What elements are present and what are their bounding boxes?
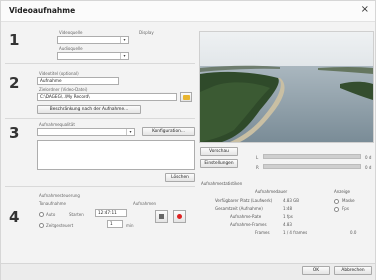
recording-quality-label: Aufnahmequalität — [39, 122, 75, 127]
left-pane: 1 Videoquelle Display ▾ Audioquelle ▾ 2 … — [5, 23, 195, 263]
scheduled-radio[interactable] — [39, 223, 44, 228]
title-bar: Videoaufnahme × — [1, 1, 375, 22]
video-title-input[interactable]: Aufnahme — [37, 77, 119, 85]
close-icon[interactable]: × — [361, 4, 369, 15]
delete-button[interactable]: Löschen — [165, 173, 195, 182]
mask-label: Maske — [342, 198, 355, 203]
step-3-number: 3 — [9, 124, 20, 142]
auto-radio[interactable] — [39, 212, 44, 217]
target-folder-label: Zielordner (Video-Datei) — [39, 87, 88, 92]
video-recording-dialog: Videoaufnahme × 1 Videoquelle Display ▾ … — [0, 0, 376, 280]
stat-line-2-label: Gesamtzeit (Aufnahme) — [215, 206, 263, 211]
audio-source-select[interactable]: ▾ — [57, 52, 129, 60]
video-title-label: Videotitel (optional) — [39, 71, 79, 76]
configuration-button[interactable]: Konfiguration... — [142, 127, 195, 136]
audio-source-label: Audioquelle — [59, 46, 83, 51]
stat-line-4-label: Aufnahme-Frames — [230, 222, 267, 227]
quality-details-box — [37, 140, 195, 170]
window-title: Videoaufnahme — [9, 6, 76, 15]
stat-line-1-label: Verfügbarer Platz (Laufwerk) — [215, 198, 273, 203]
auto-label: Auto — [46, 212, 56, 217]
limit-after-recording-button[interactable]: Beschränkung nach der Aufnahme... — [37, 105, 141, 114]
recording-quality-select[interactable]: ▾ — [37, 128, 135, 136]
stat-line-5-value: 1 / 4 frames — [283, 230, 308, 235]
display-label: Display — [139, 30, 154, 35]
recordings-label: Aufnahmen — [133, 201, 157, 206]
cancel-button[interactable]: Abbrechen — [334, 266, 372, 275]
level-l-label: L — [256, 155, 259, 160]
chevron-down-icon: ▾ — [120, 53, 128, 59]
stat-line-3-value: 1 fps — [283, 214, 293, 219]
fps-value: 0.0 — [350, 230, 357, 235]
statistics-header: Aufnahmestatistiken — [201, 181, 243, 186]
settings-button[interactable]: Einstellungen — [200, 159, 238, 168]
target-folder-input[interactable]: C:\DAGEG\..\My Record\ — [37, 93, 177, 101]
folder-icon[interactable] — [180, 92, 192, 102]
duration-input[interactable]: 1 — [107, 220, 123, 228]
record-button[interactable] — [173, 210, 186, 223]
fps-checkbox[interactable] — [334, 207, 339, 212]
video-preview-panel — [199, 31, 374, 143]
separator — [5, 63, 195, 64]
landscape-preview-image — [200, 32, 373, 142]
start-time-input[interactable]: 12:47:11 — [95, 209, 127, 217]
fps-label: Fps — [342, 206, 349, 211]
duration-unit-label: min — [126, 223, 134, 228]
mask-checkbox[interactable] — [334, 199, 339, 204]
level-l-meter — [263, 154, 361, 159]
display-header: Anzeige — [334, 189, 350, 194]
level-r-meter — [263, 164, 361, 169]
chevron-down-icon: ▾ — [126, 129, 134, 135]
video-source-label: Videoquelle — [59, 30, 83, 35]
level-r-label: R — [256, 165, 259, 170]
scheduled-label: Zeitgesteuert — [46, 223, 74, 228]
level-l-value: 0 d — [365, 155, 372, 160]
stat-line-5-label: Frames — [255, 230, 270, 235]
step-4-number: 4 — [9, 208, 20, 226]
sound-recording-label: Tonaufnahme — [39, 201, 67, 206]
chevron-down-icon: ▾ — [120, 37, 128, 43]
stat-line-2-value: 1:48 — [283, 206, 292, 211]
step-1-number: 1 — [9, 31, 20, 49]
stop-icon — [159, 214, 164, 219]
stop-button[interactable] — [155, 210, 168, 223]
start-time-label: Starten — [69, 212, 84, 217]
level-r-value: 0 d — [365, 165, 372, 170]
preview-button[interactable]: Vorschau — [200, 147, 238, 156]
stat-line-4-value: 4.83 — [283, 222, 292, 227]
separator — [5, 186, 195, 187]
recording-control-label: Aufnahmesteuerung — [39, 193, 80, 198]
step-2-number: 2 — [9, 74, 20, 92]
separator — [5, 118, 195, 119]
video-source-select[interactable]: ▾ — [57, 36, 129, 44]
stat-line-3-label: Aufnahme-Rate — [230, 214, 262, 219]
stat-line-1-value: 4.83 GB — [283, 198, 300, 203]
record-icon — [177, 214, 182, 219]
recording-duration-label: Aufnahmedauer — [255, 189, 288, 194]
ok-button[interactable]: OK — [302, 266, 330, 275]
